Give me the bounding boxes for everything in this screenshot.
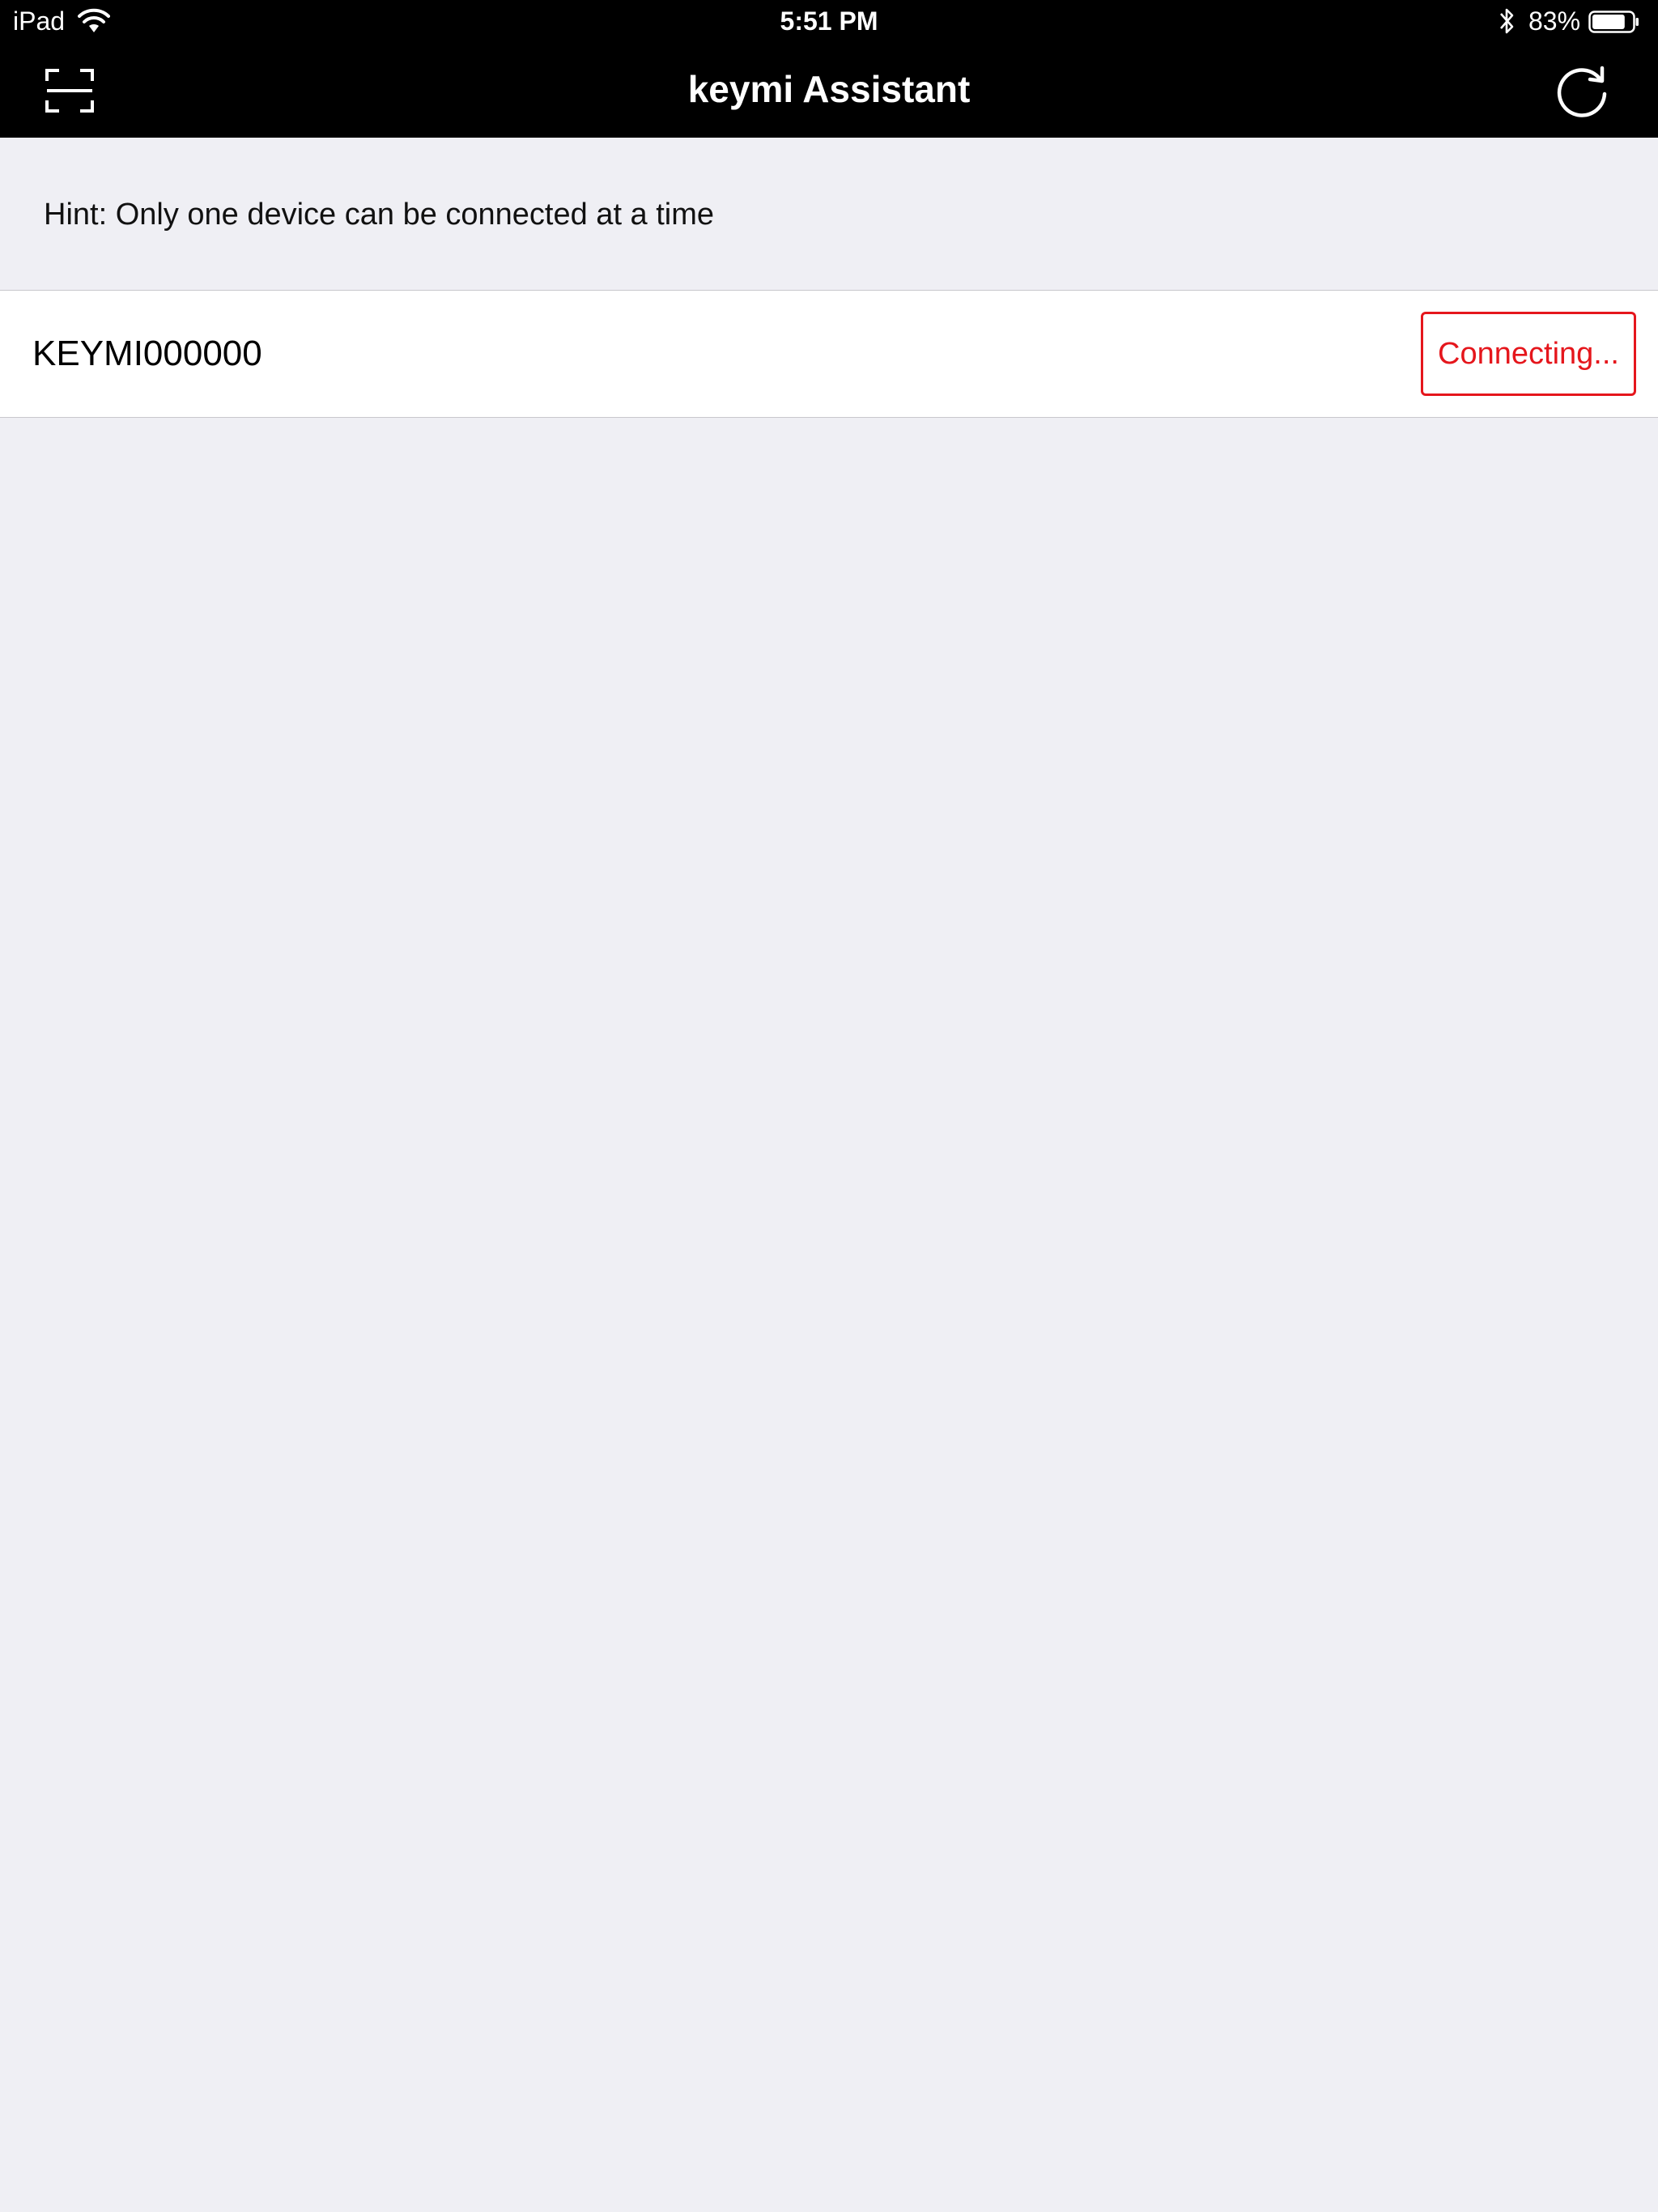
battery-icon	[1588, 11, 1640, 33]
device-list-item[interactable]: KEYMI000000 Connecting...	[0, 290, 1658, 418]
refresh-icon	[1553, 63, 1611, 125]
navigation-bar: keymi Assistant	[0, 44, 1658, 138]
connect-button[interactable]: Connecting...	[1421, 312, 1636, 396]
refresh-button[interactable]	[1548, 60, 1616, 128]
page-title: keymi Assistant	[687, 68, 971, 110]
battery-percent: 83%	[1528, 6, 1581, 36]
device-name: KEYMI000000	[32, 334, 262, 373]
status-time: 5:51 PM	[780, 6, 878, 36]
app-header: iPad 5:51 PM 83% keymi Assistant	[0, 0, 1658, 138]
hint-text: Hint: Only one device can be connected a…	[44, 198, 715, 232]
status-bar: iPad 5:51 PM 83%	[0, 0, 1658, 44]
bluetooth-icon	[1498, 6, 1517, 36]
